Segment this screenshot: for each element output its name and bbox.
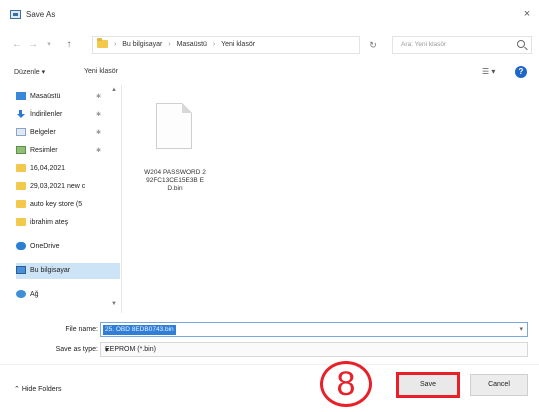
back-arrow-icon[interactable]: ← bbox=[10, 38, 24, 52]
pin-icon: ✱ bbox=[96, 94, 102, 100]
navigation-pane: Masaüstü ✱ İndirilenler ✱ Belgeler ✱ Resiml… bbox=[12, 85, 122, 313]
nav-item-documents[interactable]: Belgeler ✱ bbox=[16, 125, 120, 141]
file-name: W204 PASSWORD 292FC13CE15E3B ED.bin bbox=[144, 169, 206, 192]
desktop-icon bbox=[16, 92, 26, 101]
forward-arrow-icon[interactable]: → bbox=[26, 38, 40, 52]
pictures-icon bbox=[16, 146, 26, 155]
chevron-down-icon[interactable]: ▾ bbox=[519, 325, 523, 333]
pin-icon: ✱ bbox=[96, 130, 102, 136]
file-icon bbox=[156, 103, 192, 149]
network-icon bbox=[16, 290, 26, 299]
nav-item-pictures[interactable]: Resimler ✱ bbox=[16, 143, 120, 159]
cancel-button[interactable]: Cancel bbox=[470, 374, 528, 396]
step-number: 8 bbox=[336, 365, 356, 403]
nav-item-downloads[interactable]: İndirilenler ✱ bbox=[16, 107, 120, 123]
address-bar[interactable]: › Bu bilgisayar › Masaüstü › Yeni klasör… bbox=[92, 36, 437, 54]
nav-item-folder[interactable]: 29,03,2021 new c bbox=[16, 179, 120, 195]
nav-item-network[interactable]: Ağ bbox=[16, 287, 120, 303]
save-button[interactable]: Save bbox=[396, 372, 460, 398]
savetype-label: Save as type: bbox=[55, 346, 98, 353]
folder-icon bbox=[16, 182, 26, 191]
window-title: Save As bbox=[26, 10, 56, 19]
nav-item-folder[interactable]: ibrahim ateş bbox=[16, 215, 120, 231]
save-as-dialog: Save As × ← → ▾ ↑ › Bu bilgisayar › Masa… bbox=[0, 0, 539, 412]
view-options-icon[interactable]: ☰ ▾ bbox=[482, 67, 495, 76]
refresh-icon[interactable]: ↻ bbox=[366, 38, 380, 52]
filename-value: 25. OBD 8EDB0743.bin bbox=[103, 325, 176, 335]
scroll-up-icon[interactable]: ▲ bbox=[111, 87, 117, 93]
nav-scrollbar[interactable]: ▲ ▼ bbox=[108, 85, 122, 313]
file-item[interactable]: W204 PASSWORD 292FC13CE15E3B ED.bin bbox=[144, 103, 206, 223]
folder-icon bbox=[16, 218, 26, 227]
search-input[interactable]: Ara: Yeni klasör bbox=[392, 36, 532, 54]
nav-item-folder[interactable]: auto key store (5 bbox=[16, 197, 120, 213]
savetype-select[interactable]: EEPROM (*.bin) ▾ bbox=[100, 342, 528, 357]
scroll-down-icon[interactable]: ▼ bbox=[111, 301, 117, 307]
new-folder-button[interactable]: Yeni klasör bbox=[84, 68, 118, 75]
pin-icon: ✱ bbox=[96, 148, 102, 154]
toolbar: Düzenle ▾ Yeni klasör ☰ ▾ ? bbox=[0, 64, 539, 82]
breadcrumb-item[interactable]: Yeni klasör bbox=[221, 41, 255, 48]
pin-icon: ✱ bbox=[96, 112, 102, 118]
search-placeholder: Ara: Yeni klasör bbox=[401, 41, 447, 48]
nav-item-desktop[interactable]: Masaüstü ✱ bbox=[16, 89, 120, 105]
up-arrow-icon[interactable]: ↑ bbox=[62, 38, 76, 52]
filename-input[interactable]: 25. OBD 8EDB0743.bin ▾ bbox=[100, 322, 528, 337]
pc-icon bbox=[16, 266, 26, 275]
download-icon bbox=[16, 110, 26, 119]
recent-dropdown-icon[interactable]: ▾ bbox=[42, 38, 56, 52]
folder-icon bbox=[16, 164, 26, 173]
breadcrumb: › Bu bilgisayar › Masaüstü › Yeni klasör bbox=[97, 38, 255, 48]
file-list: W204 PASSWORD 292FC13CE15E3B ED.bin bbox=[124, 85, 534, 313]
help-icon[interactable]: ? bbox=[515, 66, 527, 78]
nav-item-onedrive[interactable]: OneDrive bbox=[16, 239, 120, 255]
filename-label: File name: bbox=[65, 326, 98, 333]
search-icon bbox=[517, 40, 525, 48]
close-button[interactable]: × bbox=[520, 7, 534, 21]
chevron-down-icon[interactable]: ▾ bbox=[105, 346, 523, 354]
hide-folders-button[interactable]: ⌃ Hide Folders bbox=[14, 385, 62, 393]
nav-item-this-pc[interactable]: Bu bilgisayar bbox=[16, 263, 120, 279]
onedrive-icon bbox=[16, 242, 26, 251]
organize-button[interactable]: Düzenle ▾ bbox=[14, 68, 45, 76]
title-bar: Save As × bbox=[0, 0, 539, 30]
breadcrumb-item[interactable]: Bu bilgisayar bbox=[122, 41, 162, 48]
folder-icon bbox=[16, 200, 26, 209]
folder-icon bbox=[97, 38, 108, 48]
nav-item-folder[interactable]: 16,04,2021 bbox=[16, 161, 120, 177]
divider bbox=[0, 364, 539, 365]
breadcrumb-item[interactable]: Masaüstü bbox=[177, 41, 207, 48]
documents-icon bbox=[16, 128, 26, 137]
save-dialog-icon bbox=[10, 10, 21, 19]
